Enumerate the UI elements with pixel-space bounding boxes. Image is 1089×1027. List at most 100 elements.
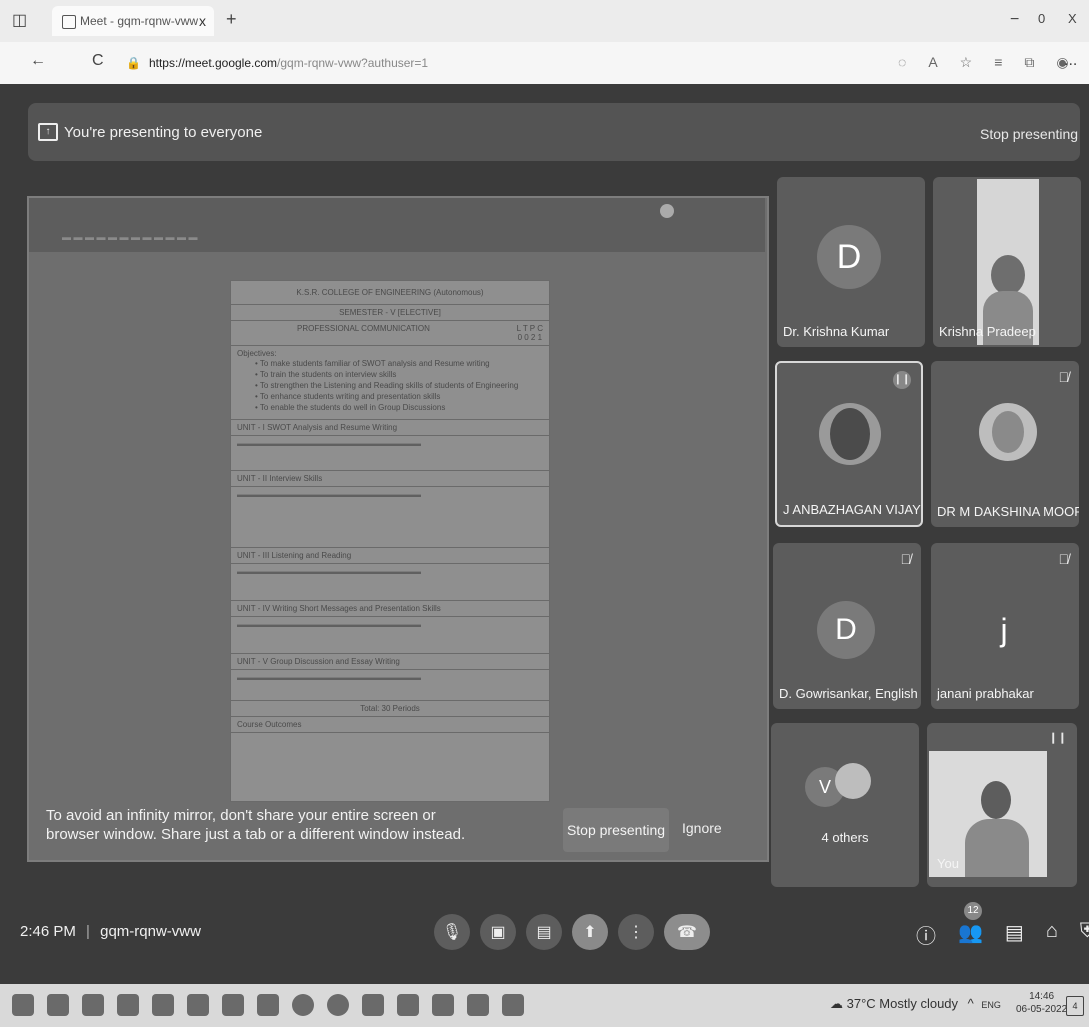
avatar <box>819 403 881 465</box>
doc-objective: • To make students familiar of SWOT anal… <box>255 359 490 368</box>
doc-unit: UNIT - V Group Discussion and Essay Writ… <box>231 654 549 670</box>
end-call-icon: ☎ <box>677 924 697 941</box>
microphone-button[interactable]: 🎙 <box>434 914 470 950</box>
doc-total: Total: 30 Periods <box>231 701 549 717</box>
present-icon: ⬆ <box>583 924 597 941</box>
participant-tile-active[interactable]: ❙❙ J ANBAZHAGAN VIJAY <box>775 361 923 527</box>
url-path: /gqm-rqnw-vww?authuser=1 <box>277 56 429 70</box>
mic-off-icon: 🎙̸ <box>1058 369 1070 385</box>
minimize-button[interactable]: − <box>1010 11 1019 29</box>
participant-name: You <box>937 856 959 871</box>
favorite-icon[interactable]: ☆ <box>960 54 973 71</box>
captions-button[interactable]: ▤ <box>526 914 562 950</box>
window-menu-icon[interactable]: ◫ <box>12 10 27 30</box>
participant-name: Krishna Pradeep <box>939 324 1036 339</box>
taskbar-app-icon[interactable] <box>502 994 524 1016</box>
participant-name: DR M DAKSHINA MOORTHY <box>937 504 1079 519</box>
taskbar-app-icon[interactable] <box>432 994 454 1016</box>
doc-course-row: PROFESSIONAL COMMUNICATION L T P C 0 0 2… <box>231 321 549 346</box>
close-window-button[interactable]: X <box>1068 11 1077 26</box>
taskbar-app-icon[interactable] <box>222 994 244 1016</box>
back-button[interactable]: ← <box>30 52 46 70</box>
present-screen-icon: ↑ <box>38 123 58 141</box>
chat-icon[interactable]: ▤ <box>1005 920 1024 949</box>
meet-tab-icon <box>62 15 76 29</box>
meeting-code: gqm-rqnw-vww <box>100 923 201 940</box>
mic-off-icon: 🎙̸ <box>900 551 912 567</box>
more-menu-icon[interactable]: ... <box>1064 52 1077 70</box>
doc-unit-body: ▬▬▬▬▬▬▬▬▬▬▬▬▬▬▬▬▬▬▬▬▬▬▬ <box>231 670 549 701</box>
avatar: j <box>1000 611 1008 648</box>
collections-icon[interactable]: ⧉ <box>1024 54 1034 71</box>
taskbar-app-icon[interactable] <box>397 994 419 1016</box>
participant-name: J ANBAZHAGAN VIJAY <box>783 502 921 517</box>
browser-tab[interactable]: Meet - gqm-rqnw-vww x <box>52 6 214 36</box>
weather-widget[interactable]: ☁ 37°C Mostly cloudy ^ ENG <box>830 996 1001 1012</box>
more-options-button[interactable]: ⋮ <box>618 914 654 950</box>
start-icon[interactable] <box>12 994 34 1016</box>
stop-presenting-link[interactable]: Stop presenting <box>980 126 1078 142</box>
tab-close-icon[interactable]: x <box>199 13 206 29</box>
doc-objectives-block: Objectives: • To make students familiar … <box>231 346 549 420</box>
participant-tile[interactable]: j 🎙̸ janani prabhakar <box>931 543 1079 709</box>
taskbar-app-icon[interactable] <box>82 994 104 1016</box>
doc-unit-body: ▬▬▬▬▬▬▬▬▬▬▬▬▬▬▬▬▬▬▬▬▬▬▬ <box>231 564 549 601</box>
taskbar-app-icon[interactable] <box>292 994 314 1016</box>
taskbar-app-icon[interactable] <box>47 994 69 1016</box>
new-tab-button[interactable]: + <box>226 9 237 30</box>
taskbar-app-icon[interactable] <box>467 994 489 1016</box>
avatar <box>835 763 871 799</box>
notification-center-icon[interactable]: 4 <box>1066 996 1084 1016</box>
chevron-up-icon[interactable]: ^ <box>968 996 974 1011</box>
participant-tile[interactable]: Krishna Pradeep <box>933 177 1081 347</box>
language-indicator[interactable]: ENG <box>981 1000 1001 1010</box>
read-aloud-icon[interactable]: A <box>928 54 937 71</box>
doc-course: PROFESSIONAL COMMUNICATION <box>297 324 430 333</box>
presenting-text: You're presenting to everyone <box>64 124 263 141</box>
participant-tile[interactable]: 🎙̸ DR M DAKSHINA MOORTHY <box>931 361 1079 527</box>
url-field[interactable]: 🔒 https://meet.google.com/gqm-rqnw-vww?a… <box>126 50 886 76</box>
system-clock[interactable]: 14:46 06-05-2022 <box>1016 990 1067 1016</box>
taskbar-app-icon[interactable] <box>362 994 384 1016</box>
taskbar-app-icon[interactable] <box>152 994 174 1016</box>
avatar: D <box>817 601 875 659</box>
doc-ltpc: L T P C <box>516 324 543 333</box>
doc-unit: UNIT - IV Writing Short Messages and Pre… <box>231 601 549 617</box>
taskbar-app-icon[interactable] <box>257 994 279 1016</box>
speaking-indicator-icon: ❙❙ <box>1048 732 1067 744</box>
participant-tile[interactable]: D 🎙̸ D. Gowrisankar, English <box>773 543 921 709</box>
doc-unit: UNIT - II Interview Skills <box>231 471 549 487</box>
syllabus-document: K.S.R. COLLEGE OF ENGINEERING (Autonomou… <box>230 280 550 802</box>
url-host: https://meet.google.com <box>148 56 278 70</box>
shared-word-ribbon <box>29 198 765 252</box>
microphone-icon: 🎙 <box>441 924 463 941</box>
infinity-mirror-warning: To avoid an infinity mirror, don't share… <box>46 807 466 843</box>
present-button[interactable]: ⬆ <box>572 914 608 950</box>
self-tile[interactable]: ❙❙ You <box>927 723 1077 887</box>
doc-unit-body: ▬▬▬▬▬▬▬▬▬▬▬▬▬▬▬▬▬▬▬▬▬▬▬ <box>231 487 549 548</box>
participant-tile[interactable]: D Dr. Krishna Kumar <box>777 177 925 347</box>
stop-presenting-button[interactable]: Stop presenting <box>563 808 669 852</box>
others-count: 4 others <box>821 830 869 845</box>
taskbar-app-icon[interactable] <box>187 994 209 1016</box>
doc-ltpc-values: 0 0 2 1 <box>517 333 543 342</box>
ignore-button[interactable]: Ignore <box>682 820 722 836</box>
taskbar-app-icon[interactable] <box>327 994 349 1016</box>
captions-icon: ▤ <box>536 924 552 941</box>
taskbar-app-icon[interactable] <box>117 994 139 1016</box>
participant-video <box>977 179 1039 345</box>
extension-icon[interactable]: ◌ <box>898 54 906 71</box>
maximize-button[interactable]: 0 <box>1038 11 1045 26</box>
weather-text: 37°C Mostly cloudy <box>846 996 959 1011</box>
people-icon[interactable]: 👥 12 <box>958 902 983 949</box>
meeting-info-icon[interactable]: ⓘ <box>916 920 936 949</box>
favorites-list-icon[interactable]: ≡ <box>994 54 1002 71</box>
leave-call-button[interactable]: ☎ <box>664 914 710 950</box>
host-controls-icon[interactable]: ⛨ <box>1080 920 1089 949</box>
activities-icon[interactable]: ⌂ <box>1046 920 1058 949</box>
others-tile[interactable]: V 4 others <box>771 723 919 887</box>
cloud-icon: ☁ <box>830 996 843 1011</box>
reload-button[interactable]: C <box>92 52 104 70</box>
camera-button[interactable]: ▣ <box>480 914 516 950</box>
participant-name: janani prabhakar <box>937 686 1034 701</box>
